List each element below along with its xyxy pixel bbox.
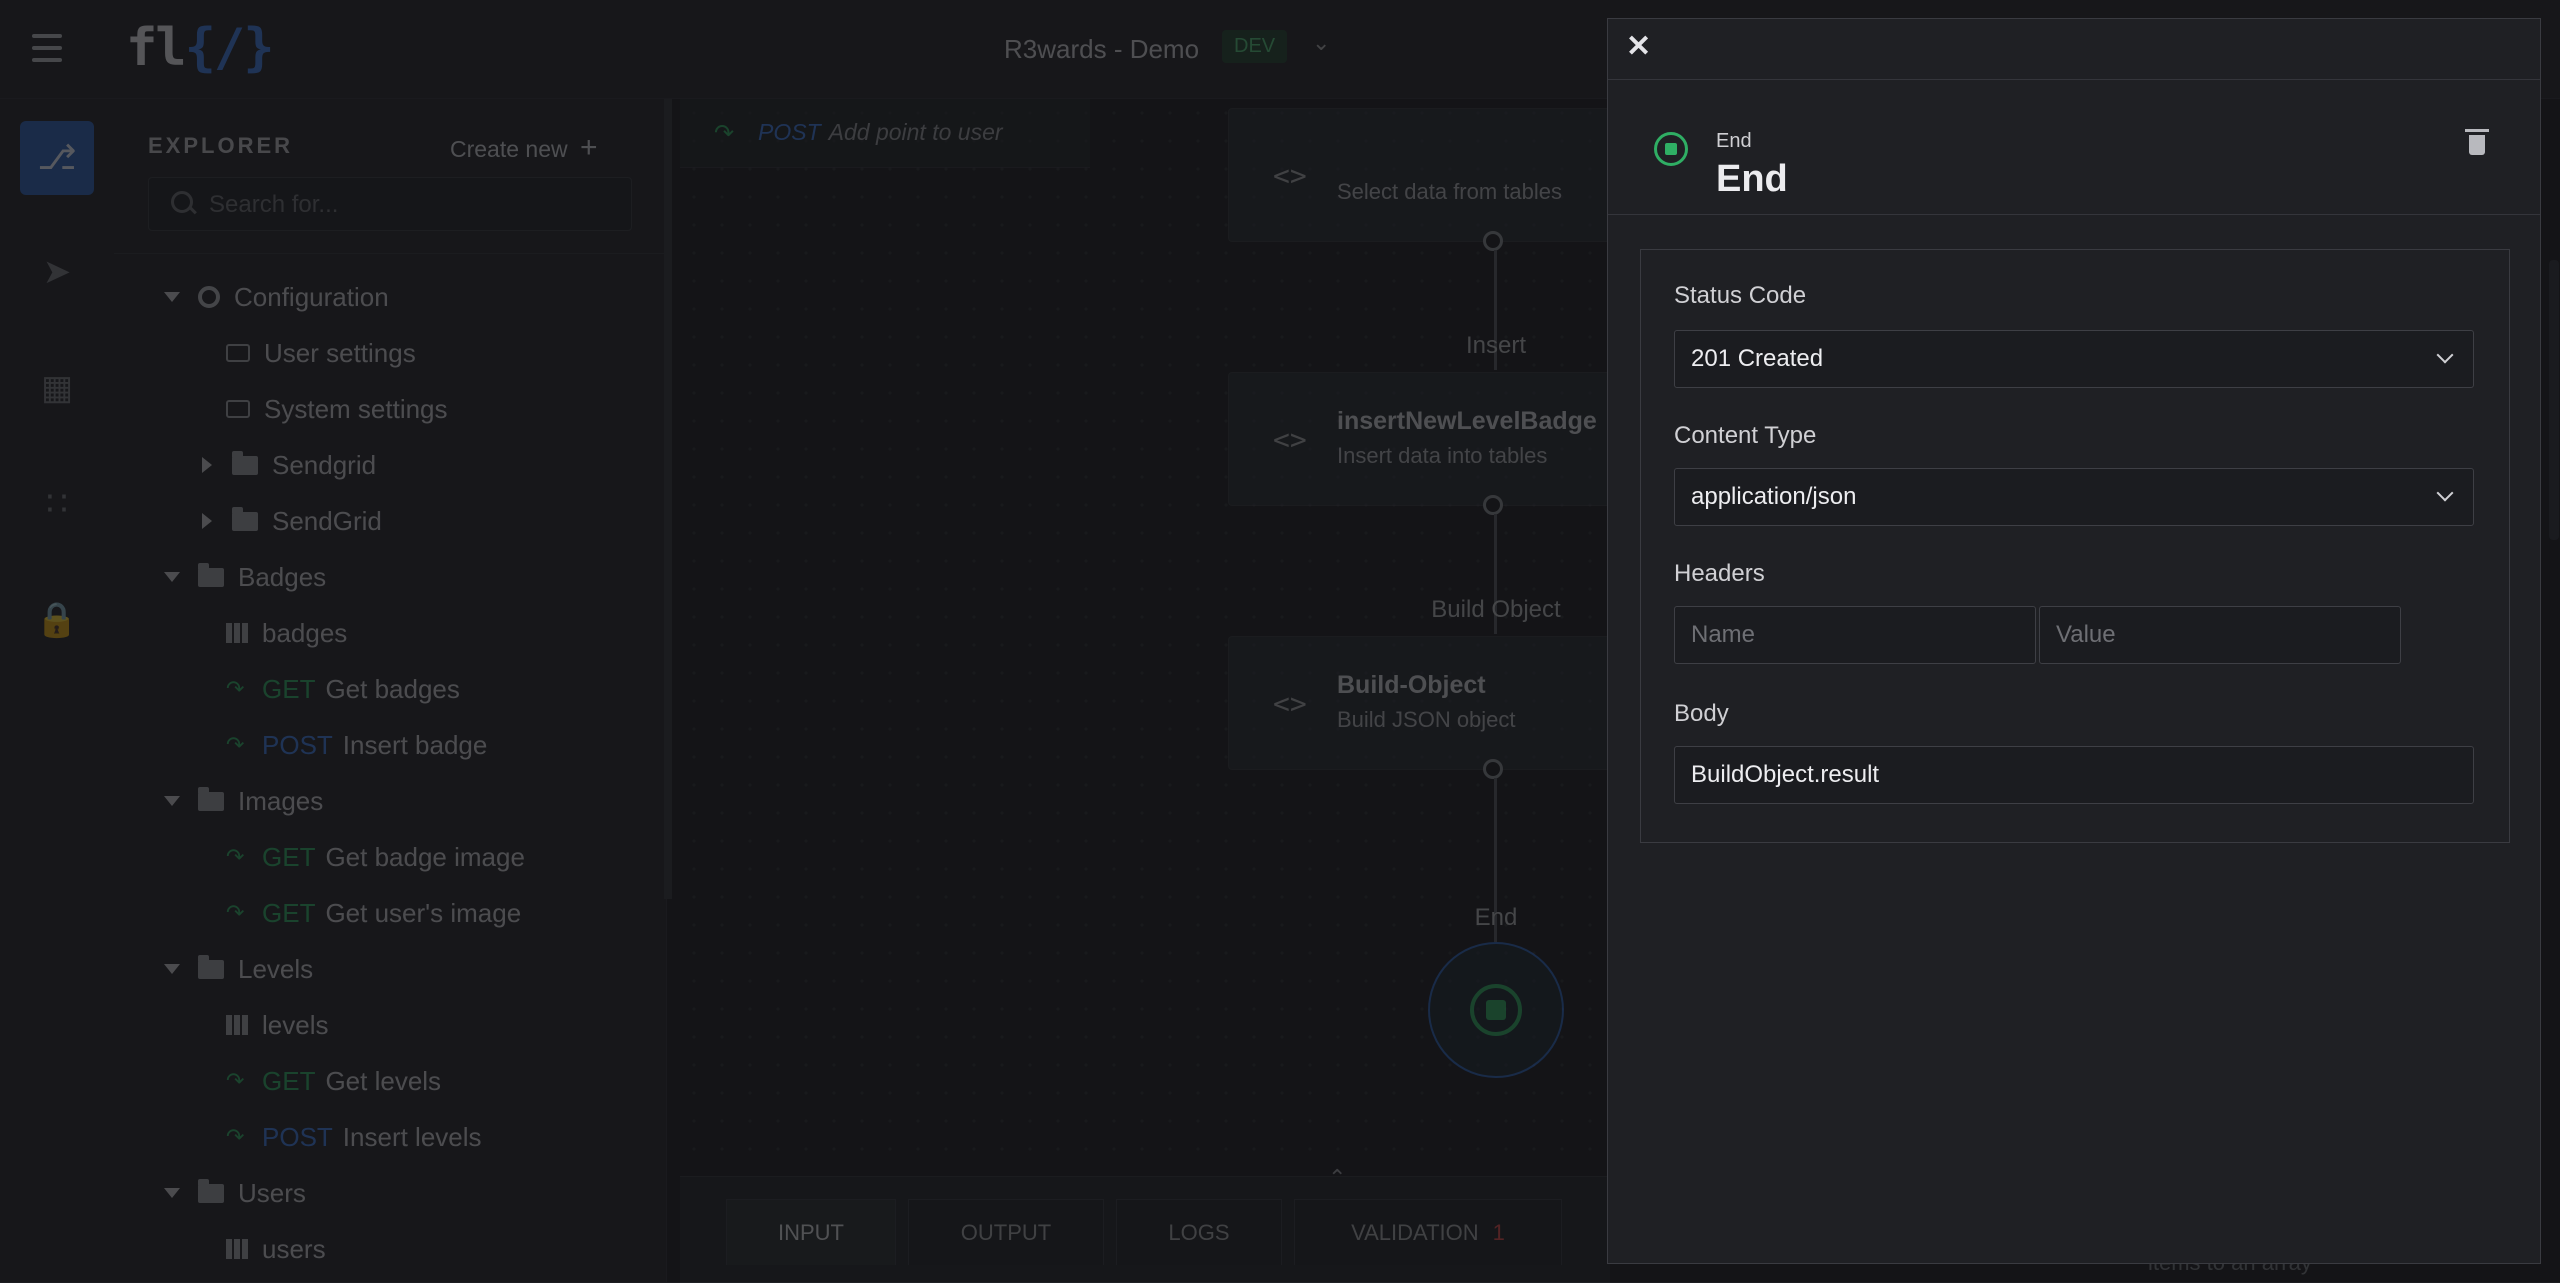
- chevron-down-icon: [2436, 346, 2454, 364]
- status-code-label: Status Code: [1674, 282, 1807, 309]
- body-input[interactable]: [1675, 747, 2473, 803]
- end-node-icon: [1654, 132, 1688, 166]
- header-value-input[interactable]: [2040, 607, 2400, 663]
- status-code-value: 201 Created: [1691, 345, 1824, 372]
- node-config-drawer: ✕ End End Status Code 201 Created Conten…: [1607, 18, 2541, 1264]
- content-type-label: Content Type: [1674, 422, 1817, 449]
- content-type-select[interactable]: application/json: [1674, 468, 2474, 526]
- node-type-label: End: [1716, 130, 1752, 152]
- body-label: Body: [1674, 700, 1729, 727]
- close-icon[interactable]: ✕: [1626, 29, 1651, 64]
- header-name-input[interactable]: [1675, 607, 2035, 663]
- body-field: [1674, 746, 2474, 804]
- content-type-value: application/json: [1691, 483, 1857, 510]
- drawer-header: ✕: [1608, 19, 2540, 80]
- header-name-field: [1674, 606, 2036, 664]
- end-node-form: Status Code 201 Created Content Type app…: [1640, 249, 2510, 843]
- header-value-field: [2039, 606, 2401, 664]
- chevron-down-icon: [2436, 484, 2454, 502]
- trash-icon[interactable]: [2465, 129, 2489, 155]
- status-code-select[interactable]: 201 Created: [1674, 330, 2474, 388]
- headers-label: Headers: [1674, 560, 1765, 587]
- drawer-title-block: End End: [1608, 80, 2540, 215]
- node-name-title[interactable]: End: [1716, 158, 1788, 201]
